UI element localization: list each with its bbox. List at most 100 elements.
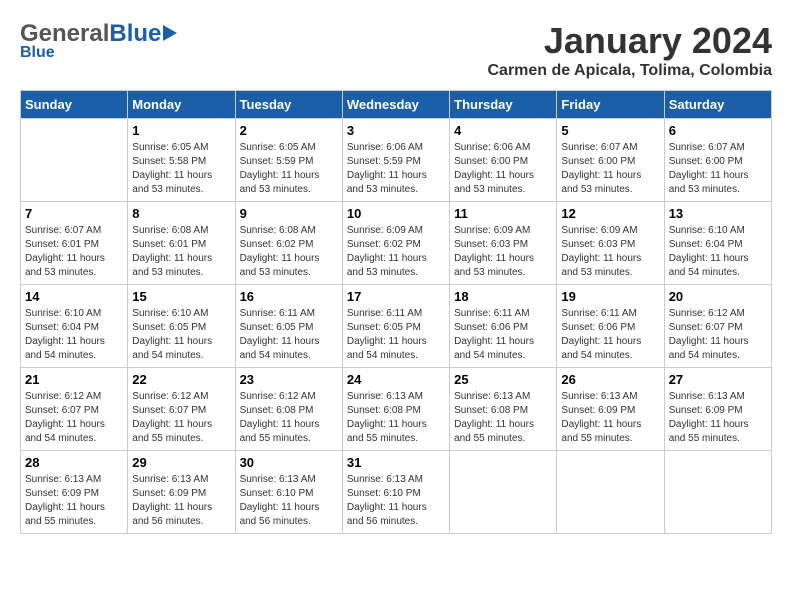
day-info: Sunrise: 6:11 AMSunset: 6:06 PMDaylight:… bbox=[454, 307, 552, 363]
day-info: Sunrise: 6:05 AMSunset: 5:59 PMDaylight:… bbox=[240, 141, 338, 197]
day-number: 9 bbox=[240, 206, 338, 221]
day-number: 30 bbox=[240, 455, 338, 470]
table-row: 20Sunrise: 6:12 AMSunset: 6:07 PMDayligh… bbox=[664, 285, 771, 368]
header-saturday: Saturday bbox=[664, 91, 771, 119]
day-number: 4 bbox=[454, 123, 552, 138]
day-info: Sunrise: 6:09 AMSunset: 6:02 PMDaylight:… bbox=[347, 224, 445, 280]
header-monday: Monday bbox=[128, 91, 235, 119]
day-number: 3 bbox=[347, 123, 445, 138]
table-row: 12 Sunrise: 6:09 AMSunset: 6:03 PMDayligh… bbox=[557, 202, 664, 285]
page-subtitle: Carmen de Apicala, Tolima, Colombia bbox=[487, 62, 772, 80]
logo-arrow-icon bbox=[163, 25, 177, 41]
day-number: 20 bbox=[669, 289, 767, 304]
day-info: Sunrise: 6:09 AMSunset: 6:03 PMDaylight:… bbox=[454, 224, 552, 280]
table-row: 9 Sunrise: 6:08 AMSunset: 6:02 PMDaylight… bbox=[235, 202, 342, 285]
calendar-week-row: 1Sunrise: 6:05 AMSunset: 5:58 PMDaylight… bbox=[21, 119, 772, 202]
table-row: 22 Sunrise: 6:12 AMSunset: 6:07 PMDayligh… bbox=[128, 368, 235, 451]
calendar-week-row: 21 Sunrise: 6:12 AMSunset: 6:07 PMDayligh… bbox=[21, 368, 772, 451]
day-number: 29 bbox=[132, 455, 230, 470]
table-row: 25 Sunrise: 6:13 AMSunset: 6:08 PMDayligh… bbox=[450, 368, 557, 451]
calendar-table: Sunday Monday Tuesday Wednesday Thursday… bbox=[20, 90, 772, 534]
day-number: 25 bbox=[454, 372, 552, 387]
day-number: 16 bbox=[240, 289, 338, 304]
table-row: 27 Sunrise: 6:13 AMSunset: 6:09 PMDayligh… bbox=[664, 368, 771, 451]
day-info: Sunrise: 6:06 AMSunset: 5:59 PMDaylight:… bbox=[347, 141, 445, 197]
day-number: 14 bbox=[25, 289, 123, 304]
table-row: 11 Sunrise: 6:09 AMSunset: 6:03 PMDayligh… bbox=[450, 202, 557, 285]
page-header: General Blue Blue January 2024 Carmen de… bbox=[20, 20, 772, 80]
day-info: Sunrise: 6:10 AMSunset: 6:05 PMDaylight:… bbox=[132, 307, 230, 363]
day-info: Sunrise: 6:07 AMSunset: 6:00 PMDaylight:… bbox=[669, 141, 767, 197]
day-info: Sunrise: 6:13 AMSunset: 6:09 PMDaylight:… bbox=[669, 390, 767, 446]
logo-tagline: Blue bbox=[20, 44, 177, 62]
table-row: 28Sunrise: 6:13 AMSunset: 6:09 PMDayligh… bbox=[21, 451, 128, 534]
table-row: 15 Sunrise: 6:10 AMSunset: 6:05 PMDayligh… bbox=[128, 285, 235, 368]
day-number: 22 bbox=[132, 372, 230, 387]
table-row: 14 Sunrise: 6:10 AMSunset: 6:04 PMDayligh… bbox=[21, 285, 128, 368]
table-row bbox=[664, 451, 771, 534]
day-info: Sunrise: 6:10 AMSunset: 6:04 PMDaylight:… bbox=[669, 224, 767, 280]
day-info: Sunrise: 6:11 AMSunset: 6:06 PMDaylight:… bbox=[561, 307, 659, 363]
table-row bbox=[557, 451, 664, 534]
day-info: Sunrise: 6:13 AMSunset: 6:09 PMDaylight:… bbox=[561, 390, 659, 446]
table-row: 26 Sunrise: 6:13 AMSunset: 6:09 PMDayligh… bbox=[557, 368, 664, 451]
day-number: 7 bbox=[25, 206, 123, 221]
day-info: Sunrise: 6:06 AMSunset: 6:00 PMDaylight:… bbox=[454, 141, 552, 197]
day-number: 12 bbox=[561, 206, 659, 221]
day-number: 2 bbox=[240, 123, 338, 138]
table-row: 31 Sunrise: 6:13 AMSunset: 6:10 PMDayligh… bbox=[342, 451, 449, 534]
table-row bbox=[450, 451, 557, 534]
day-info: Sunrise: 6:11 AMSunset: 6:05 PMDaylight:… bbox=[240, 307, 338, 363]
table-row: 19 Sunrise: 6:11 AMSunset: 6:06 PMDayligh… bbox=[557, 285, 664, 368]
day-number: 26 bbox=[561, 372, 659, 387]
calendar-week-row: 14 Sunrise: 6:10 AMSunset: 6:04 PMDayligh… bbox=[21, 285, 772, 368]
day-info: Sunrise: 6:07 AMSunset: 6:00 PMDaylight:… bbox=[561, 141, 659, 197]
day-number: 11 bbox=[454, 206, 552, 221]
table-row: 30Sunrise: 6:13 AMSunset: 6:10 PMDayligh… bbox=[235, 451, 342, 534]
day-info: Sunrise: 6:11 AMSunset: 6:05 PMDaylight:… bbox=[347, 307, 445, 363]
day-info: Sunrise: 6:07 AMSunset: 6:01 PMDaylight:… bbox=[25, 224, 123, 280]
table-row: 1Sunrise: 6:05 AMSunset: 5:58 PMDaylight… bbox=[128, 119, 235, 202]
day-info: Sunrise: 6:13 AMSunset: 6:08 PMDaylight:… bbox=[347, 390, 445, 446]
day-number: 17 bbox=[347, 289, 445, 304]
table-row: 13Sunrise: 6:10 AMSunset: 6:04 PMDayligh… bbox=[664, 202, 771, 285]
table-row: 7 Sunrise: 6:07 AMSunset: 6:01 PMDaylight… bbox=[21, 202, 128, 285]
day-number: 5 bbox=[561, 123, 659, 138]
day-info: Sunrise: 6:12 AMSunset: 6:07 PMDaylight:… bbox=[25, 390, 123, 446]
day-info: Sunrise: 6:05 AMSunset: 5:58 PMDaylight:… bbox=[132, 141, 230, 197]
table-row: 17 Sunrise: 6:11 AMSunset: 6:05 PMDayligh… bbox=[342, 285, 449, 368]
calendar-header-row: Sunday Monday Tuesday Wednesday Thursday… bbox=[21, 91, 772, 119]
table-row: 6 Sunrise: 6:07 AMSunset: 6:00 PMDaylight… bbox=[664, 119, 771, 202]
table-row: 24Sunrise: 6:13 AMSunset: 6:08 PMDayligh… bbox=[342, 368, 449, 451]
header-sunday: Sunday bbox=[21, 91, 128, 119]
day-info: Sunrise: 6:10 AMSunset: 6:04 PMDaylight:… bbox=[25, 307, 123, 363]
day-number: 21 bbox=[25, 372, 123, 387]
day-number: 8 bbox=[132, 206, 230, 221]
table-row: 10Sunrise: 6:09 AMSunset: 6:02 PMDayligh… bbox=[342, 202, 449, 285]
table-row: 21 Sunrise: 6:12 AMSunset: 6:07 PMDayligh… bbox=[21, 368, 128, 451]
day-number: 19 bbox=[561, 289, 659, 304]
day-number: 18 bbox=[454, 289, 552, 304]
table-row: 2 Sunrise: 6:05 AMSunset: 5:59 PMDaylight… bbox=[235, 119, 342, 202]
table-row: 3 Sunrise: 6:06 AMSunset: 5:59 PMDaylight… bbox=[342, 119, 449, 202]
table-row: 23 Sunrise: 6:12 AMSunset: 6:08 PMDayligh… bbox=[235, 368, 342, 451]
title-block: January 2024 Carmen de Apicala, Tolima, … bbox=[487, 20, 772, 80]
day-number: 23 bbox=[240, 372, 338, 387]
day-info: Sunrise: 6:12 AMSunset: 6:08 PMDaylight:… bbox=[240, 390, 338, 446]
table-row: 29 Sunrise: 6:13 AMSunset: 6:09 PMDayligh… bbox=[128, 451, 235, 534]
logo: General Blue Blue bbox=[20, 20, 177, 62]
header-friday: Friday bbox=[557, 91, 664, 119]
day-info: Sunrise: 6:09 AMSunset: 6:03 PMDaylight:… bbox=[561, 224, 659, 280]
day-info: Sunrise: 6:13 AMSunset: 6:08 PMDaylight:… bbox=[454, 390, 552, 446]
day-number: 15 bbox=[132, 289, 230, 304]
day-info: Sunrise: 6:08 AMSunset: 6:02 PMDaylight:… bbox=[240, 224, 338, 280]
day-info: Sunrise: 6:13 AMSunset: 6:10 PMDaylight:… bbox=[347, 473, 445, 529]
day-number: 6 bbox=[669, 123, 767, 138]
day-number: 31 bbox=[347, 455, 445, 470]
day-number: 28 bbox=[25, 455, 123, 470]
table-row bbox=[21, 119, 128, 202]
day-info: Sunrise: 6:12 AMSunset: 6:07 PMDaylight:… bbox=[132, 390, 230, 446]
table-row: 16 Sunrise: 6:11 AMSunset: 6:05 PMDayligh… bbox=[235, 285, 342, 368]
day-info: Sunrise: 6:13 AMSunset: 6:09 PMDaylight:… bbox=[132, 473, 230, 529]
day-number: 27 bbox=[669, 372, 767, 387]
